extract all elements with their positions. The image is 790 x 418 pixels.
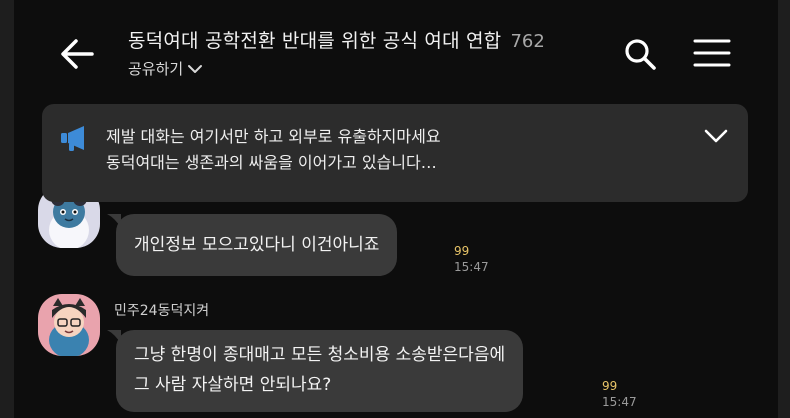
chat-header: 동덕여대 공학전환 반대를 위한 공식 여대 연합 762 공유하기 (14, 0, 778, 100)
unread-count: 99 (454, 244, 470, 258)
member-count: 762 (510, 31, 545, 52)
notice-text: 제발 대화는 여기서만 하고 외부로 유출하지마세요 동덕여대는 생존과의 싸움… (106, 124, 441, 176)
message-bubble[interactable]: 그냥 한명이 종대매고 모든 청소비용 소송받은다음에 그 사람 자살하면 안되… (116, 330, 524, 412)
search-icon (625, 39, 656, 70)
share-button[interactable]: 공유하기 (128, 58, 203, 79)
arrow-left-icon (61, 39, 94, 69)
hamburger-menu-icon (693, 39, 731, 67)
chat-screen: 동덕여대 공학전환 반대를 위한 공식 여대 연합 762 공유하기 개인정보 … (14, 0, 778, 418)
message-meta: 99 15:47 (454, 243, 489, 275)
search-button[interactable] (622, 36, 658, 72)
unread-count: 99 (602, 379, 618, 393)
message-time: 15:47 (454, 260, 489, 274)
chat-title-row[interactable]: 동덕여대 공학전환 반대를 위한 공식 여대 연합 762 (128, 26, 545, 53)
megaphone-icon (61, 126, 84, 151)
chevron-down-icon (188, 64, 203, 73)
message-text: 개인정보 모으고있다니 이건아니죠 (134, 235, 380, 255)
avatar[interactable] (38, 294, 100, 356)
notice-expand-button[interactable] (702, 126, 730, 146)
message-meta: 99 15:47 (602, 378, 637, 410)
menu-button[interactable] (692, 38, 732, 68)
chevron-down-icon (704, 129, 728, 143)
message-time: 15:47 (602, 395, 637, 409)
notice-line: 동덕여대는 생존과의 싸움을 이어가고 있습니다… (106, 153, 437, 172)
message-text-line: 그 사람 자살하면 안되나요? (134, 375, 332, 395)
message-text-line: 그냥 한명이 종대매고 모든 청소비용 소송받은다음에 (134, 345, 506, 365)
notice-line: 제발 대화는 여기서만 하고 외부로 유출하지마세요 (106, 127, 441, 146)
pinned-notice[interactable]: 제발 대화는 여기서만 하고 외부로 유출하지마세요 동덕여대는 생존과의 싸움… (42, 104, 748, 202)
message-bubble[interactable]: 개인정보 모으고있다니 이건아니죠 (116, 214, 398, 276)
share-label: 공유하기 (128, 60, 184, 78)
chat-title: 동덕여대 공학전환 반대를 위한 공식 여대 연합 (128, 30, 502, 52)
character-avatar-icon (49, 298, 89, 356)
back-button[interactable] (56, 32, 100, 76)
sender-name[interactable]: 민주24동덕지켜 (114, 300, 209, 320)
